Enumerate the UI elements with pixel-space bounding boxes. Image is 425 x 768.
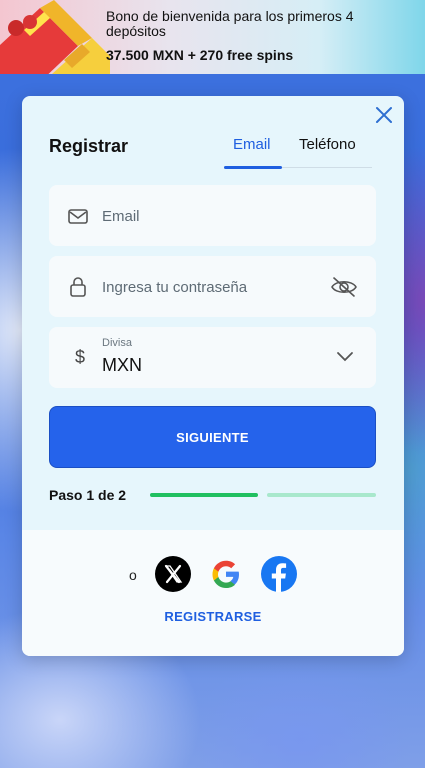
facebook-icon[interactable]	[261, 556, 297, 592]
lock-icon	[70, 277, 86, 297]
eye-off-icon[interactable]	[330, 275, 358, 299]
x-icon[interactable]	[155, 556, 191, 592]
google-icon[interactable]	[208, 556, 244, 592]
tab-bar: Email Teléfono	[224, 124, 372, 169]
register-modal: Registrar Email Teléfono Email Ingresa t…	[22, 96, 404, 656]
currency-select[interactable]: $ Divisa MXN	[49, 327, 376, 388]
promo-banner[interactable]: Bono de bienvenida para los primeros 4 d…	[0, 0, 425, 74]
dollar-icon: $	[75, 347, 86, 367]
close-icon[interactable]	[374, 105, 394, 125]
mail-icon	[68, 209, 88, 224]
password-placeholder: Ingresa tu contraseña	[102, 279, 248, 296]
or-separator: o	[129, 567, 137, 583]
progress-bar-remaining	[267, 493, 376, 497]
password-field[interactable]: Ingresa tu contraseña	[49, 256, 376, 317]
active-tab-indicator	[224, 166, 282, 169]
currency-label: Divisa	[102, 337, 132, 349]
banner-title: Bono de bienvenida para los primeros 4 d…	[106, 8, 354, 39]
social-footer: o REGISTRARSE	[22, 530, 404, 656]
banner-bonus: 37.500 MXN + 270 free spins	[106, 47, 294, 63]
step-indicator: Paso 1 de 2	[49, 487, 127, 503]
email-placeholder: Email	[102, 208, 140, 225]
gift-icon	[0, 0, 110, 74]
page-title: Registrar	[49, 136, 129, 156]
tab-email[interactable]: Email	[233, 136, 271, 153]
tab-phone[interactable]: Teléfono	[299, 136, 356, 153]
chevron-down-icon	[337, 352, 353, 362]
email-field[interactable]: Email	[49, 185, 376, 246]
progress-bar-done	[150, 493, 258, 497]
register-link[interactable]: REGISTRARSE	[22, 609, 404, 624]
next-button[interactable]: SIGUIENTE	[49, 406, 376, 468]
currency-value: MXN	[102, 355, 142, 375]
